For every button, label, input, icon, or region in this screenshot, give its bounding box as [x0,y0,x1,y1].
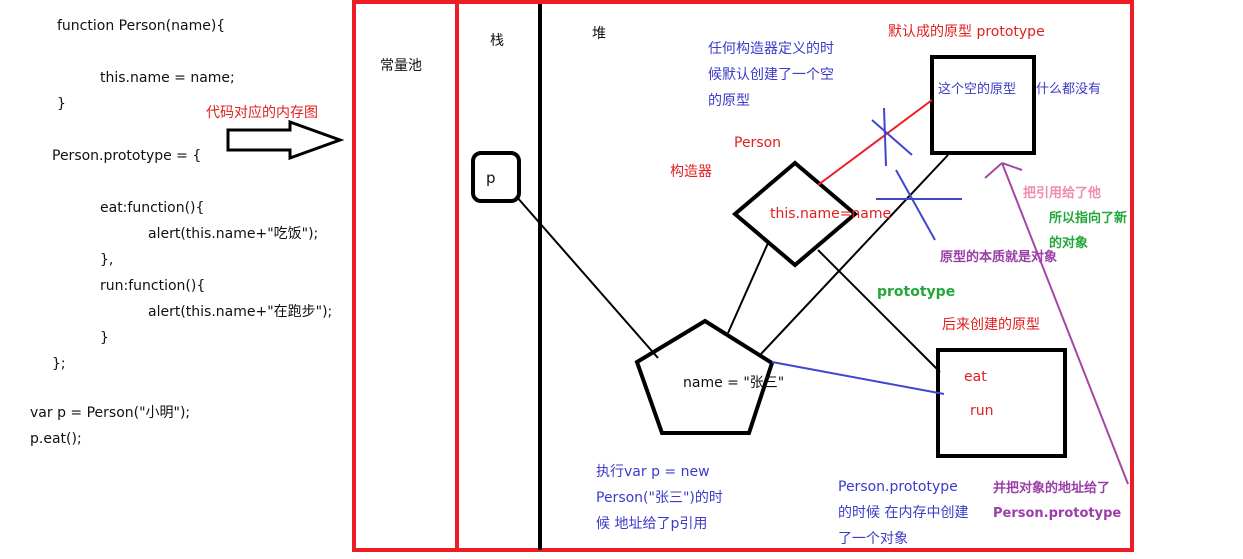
heap-label: 堆 [592,26,606,42]
new-proto-title: 后来创建的原型 [942,317,1040,333]
note-create-1: Person.prototype [838,479,958,495]
instance-to-default-proto-line [759,154,949,356]
new-proto-method-eat: eat [964,369,987,385]
cross-mark-icon [871,107,913,167]
note-points-new-2: 的对象 [1049,236,1089,251]
constructor-to-new-proto-line [817,249,941,373]
default-proto-content-2: 什么都没有 [1036,82,1102,97]
note-exec-1: 执行var p = new [596,464,710,480]
code-line-6: alert(this.name+"吃饭"); [148,226,319,242]
default-proto-box [930,55,1036,155]
code-line-5: eat:function(){ [100,200,205,216]
stack-label: 栈 [490,33,504,49]
arrow-label: 代码对应的内存图 [206,105,318,121]
old-prototype-link [817,99,933,186]
code-line-4: Person.prototype = { [52,148,202,164]
code-line-8: run:function(){ [100,278,206,294]
new-proto-box [936,348,1067,458]
new-proto-method-run: run [970,403,994,419]
note-proto-is-object: 原型的本质就是对象 [940,250,1058,265]
right-arrow-icon [226,119,345,161]
note-create-3: 了一个对象 [838,531,908,547]
code-line-12: var p = Person("小明"); [30,405,191,421]
note-any-constructor-1: 任何构造器定义的时 [708,41,834,57]
code-line-9: alert(this.name+"在跑步"); [148,304,333,320]
note-exec-3: 候 地址给了p引用 [596,516,708,532]
note-any-constructor-3: 的原型 [708,93,750,109]
stack-var-label: p [486,169,496,187]
prototype-link-label: prototype [877,284,956,300]
code-line-7: }, [100,252,114,268]
code-line-13: p.eat(); [30,431,82,447]
p-to-instance-line [515,195,659,359]
code-line-10: } [100,330,109,346]
instance-to-new-proto-line [771,361,945,395]
code-line-11: }; [52,356,66,372]
constructor-role: 构造器 [670,164,712,180]
instance-to-constructor-line [727,242,769,334]
note-create-2: 的时候 在内存中创建 [838,505,969,521]
constructor-name: Person [734,135,782,151]
default-proto-content-1: 这个空的原型 [938,82,1017,97]
note-gave-reference: 把引用给了他 [1023,186,1102,201]
code-line-1: function Person(name){ [57,18,226,34]
note-addr-1: 并把对象的地址给了 [993,481,1111,496]
note-exec-2: Person("张三")的时 [596,490,723,506]
note-points-new-1: 所以指向了新 [1049,211,1128,226]
instance-content: name = "张三" [683,375,785,391]
constant-pool-label: 常量池 [380,58,422,74]
note-addr-2: Person.prototype [993,506,1122,521]
stack-var-box [471,151,521,203]
code-line-2: this.name = name; [100,70,235,86]
default-proto-title: 默认成的原型 prototype [888,24,1045,40]
code-line-3: } [57,96,66,112]
constructor-body: this.name=name [770,206,892,222]
note-any-constructor-2: 候默认创建了一个空 [708,67,834,83]
